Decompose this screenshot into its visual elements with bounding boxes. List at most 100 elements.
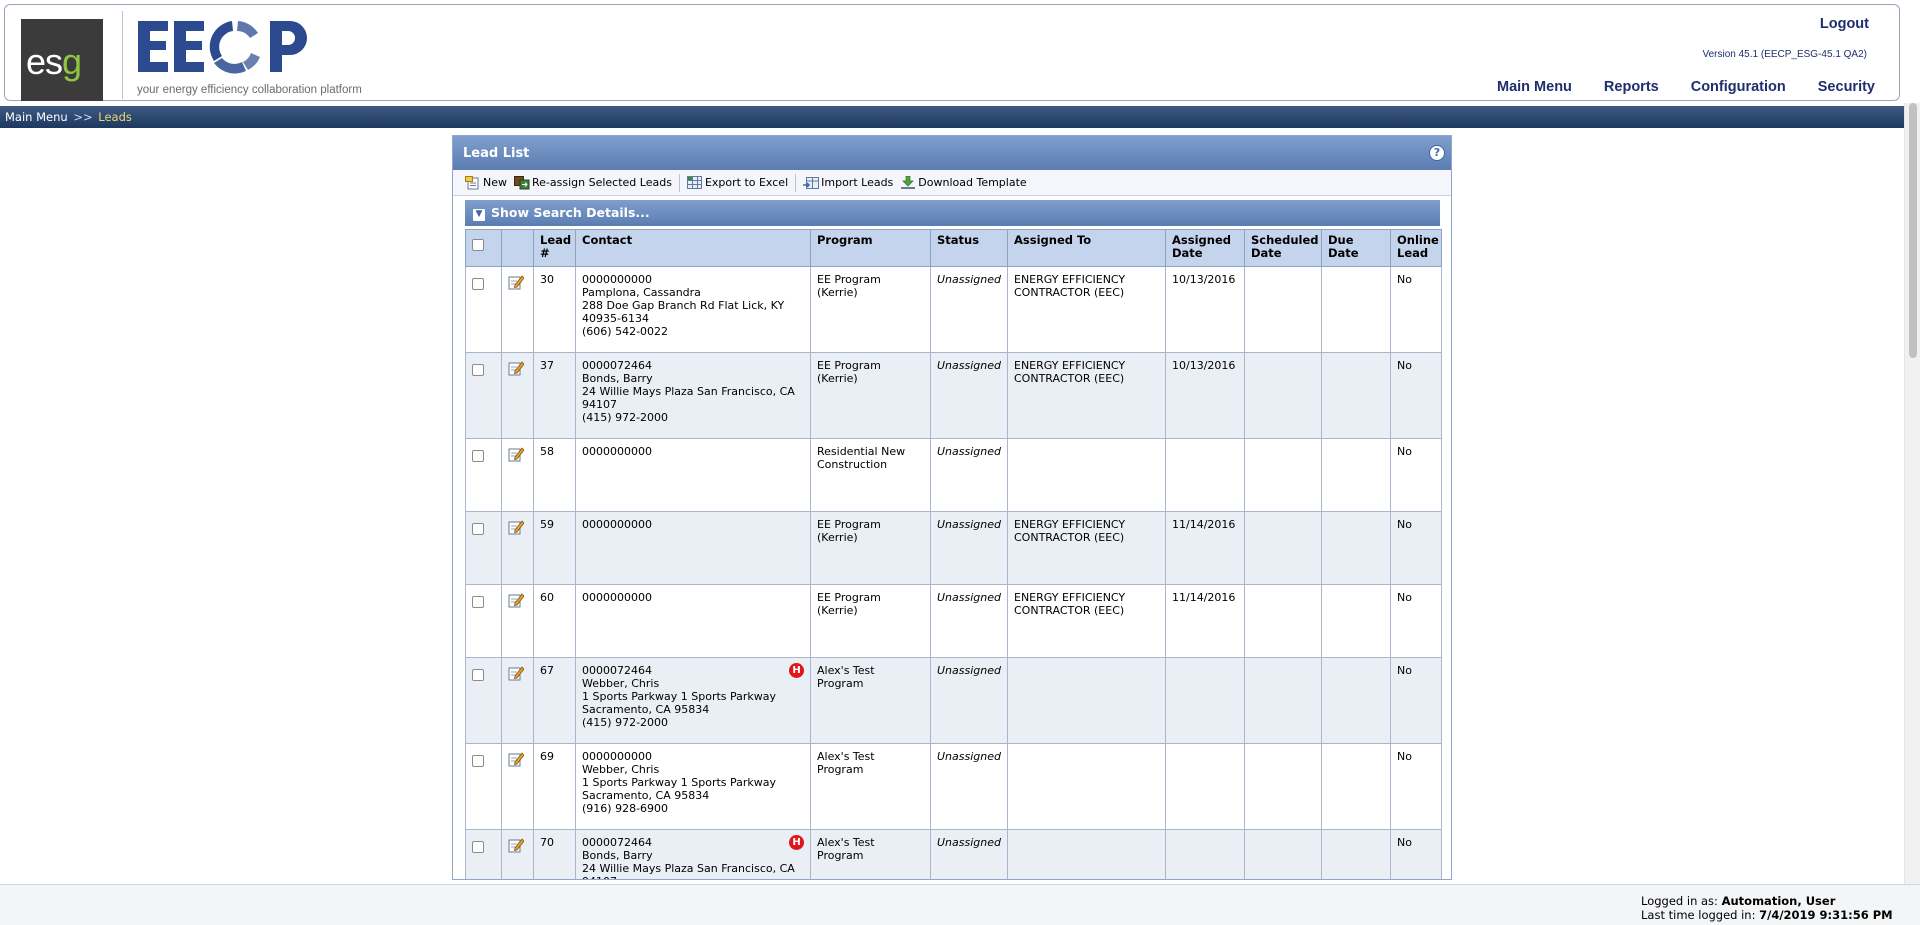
scheduled-date <box>1244 657 1322 744</box>
nav-main-menu[interactable]: Main Menu <box>1497 79 1572 95</box>
header-scheduled-date[interactable]: Scheduled Date <box>1244 229 1322 267</box>
table-row[interactable]: 58 0000000000 Residential New Construction… <box>465 438 1442 512</box>
esg-logo: esg <box>21 19 103 101</box>
row-checkbox[interactable] <box>472 450 484 462</box>
contact-cell: 0000000000 <box>575 511 811 585</box>
header-lead-number[interactable]: Lead # <box>533 229 576 267</box>
assigned-date: 10/13/2016 <box>1165 352 1245 439</box>
table-row[interactable]: 69 0000000000 Webber, Chris 1 Sports Parkwa… <box>465 743 1442 830</box>
row-checkbox[interactable] <box>472 669 484 681</box>
account-number: 0000000000 <box>582 445 652 458</box>
tagline: your energy efficiency collaboration pla… <box>137 84 362 96</box>
last-login-label: Last time logged in: <box>1641 908 1756 922</box>
row-checkbox[interactable] <box>472 841 484 853</box>
online-lead: No <box>1390 352 1442 439</box>
logout-link[interactable]: Logout <box>1820 16 1869 32</box>
table-row[interactable]: 37 0000072464 Bonds, Barry 24 Willie Mays P… <box>465 352 1442 439</box>
program: Residential New Construction <box>810 438 931 512</box>
assigned-to <box>1007 438 1166 512</box>
breadcrumb-main-menu[interactable]: Main Menu <box>5 110 68 124</box>
panel-title: Lead List <box>463 146 530 161</box>
table-header-row: Lead # Contact Program Status Assigned T… <box>465 229 1442 267</box>
main-nav: Main Menu Reports Configuration Security <box>1497 79 1875 95</box>
assigned-to: ENERGY EFFICIENCY CONTRACTOR (EEC) <box>1007 511 1166 585</box>
due-date <box>1321 352 1391 439</box>
table-row[interactable]: 60 0000000000 EE Program (Kerrie) Unassigne… <box>465 584 1442 658</box>
assigned-to <box>1007 743 1166 830</box>
lead-number: 30 <box>533 266 576 353</box>
download-arrow-icon <box>901 175 916 189</box>
row-edit-cell[interactable] <box>501 829 534 879</box>
header-assigned-date[interactable]: Assigned Date <box>1165 229 1245 267</box>
new-lead-button[interactable]: New <box>465 175 507 190</box>
assigned-to <box>1007 829 1166 879</box>
assigned-date <box>1165 438 1245 512</box>
select-all-checkbox[interactable] <box>472 239 484 251</box>
header-program[interactable]: Program <box>810 229 931 267</box>
help-icon[interactable]: ? <box>1429 145 1445 161</box>
contact-cell: 0000072464 Bonds, Barry 24 Willie Mays Pla… <box>575 352 811 439</box>
due-date <box>1321 657 1391 744</box>
chevron-down-icon: ▼ <box>473 209 485 221</box>
row-checkbox[interactable] <box>472 523 484 535</box>
account-number: 0000072464 <box>582 664 652 677</box>
table-row[interactable]: 30 0000000000 Pamplona, Cassandra 288 Doe G… <box>465 266 1442 353</box>
page-scrollbar[interactable] <box>1904 103 1920 884</box>
row-edit-cell[interactable] <box>501 743 534 830</box>
logged-in-user: Automation, User <box>1721 894 1836 908</box>
nav-configuration[interactable]: Configuration <box>1691 79 1786 95</box>
assigned-date: 11/14/2016 <box>1165 511 1245 585</box>
new-lead-label: New <box>483 176 507 189</box>
scrollbar-thumb[interactable] <box>1909 103 1917 358</box>
status: Unassigned <box>930 352 1008 439</box>
assigned-to: ENERGY EFFICIENCY CONTRACTOR (EEC) <box>1007 266 1166 353</box>
row-edit-cell[interactable] <box>501 266 534 353</box>
status: Unassigned <box>930 829 1008 879</box>
row-checkbox[interactable] <box>472 364 484 376</box>
contact-cell: 0000000000 Webber, Chris 1 Sports Parkway … <box>575 743 811 830</box>
header-online-lead[interactable]: Online Lead <box>1390 229 1442 267</box>
row-edit-cell[interactable] <box>501 352 534 439</box>
row-checkbox[interactable] <box>472 278 484 290</box>
program: EE Program (Kerrie) <box>810 511 931 585</box>
edit-pencil-icon <box>508 666 524 681</box>
due-date <box>1321 438 1391 512</box>
contact-name: Pamplona, Cassandra <box>582 286 701 299</box>
row-checkbox[interactable] <box>472 596 484 608</box>
account-number: 0000000000 <box>582 518 652 531</box>
status-footer: Logged in as: Automation, User Last time… <box>0 884 1920 925</box>
row-edit-cell[interactable] <box>501 657 534 744</box>
row-checkbox[interactable] <box>472 755 484 767</box>
assigned-date: 11/14/2016 <box>1165 584 1245 658</box>
row-edit-cell[interactable] <box>501 438 534 512</box>
nav-security[interactable]: Security <box>1818 79 1875 95</box>
contact-phone: (415) 972-2000 <box>582 411 669 424</box>
download-template-button[interactable]: Download Template <box>900 175 1027 190</box>
scheduled-date <box>1244 266 1322 353</box>
table-row[interactable]: 70 0000072464 Bonds, Barry 24 Willie Mays P… <box>465 829 1442 879</box>
contact-name: Bonds, Barry <box>582 849 653 862</box>
row-edit-cell[interactable] <box>501 584 534 658</box>
lead-number: 58 <box>533 438 576 512</box>
leads-table-container: Lead # Contact Program Status Assigned T… <box>465 229 1442 879</box>
table-row[interactable]: 67 0000072464 Webber, Chris 1 Sports Parkwa… <box>465 657 1442 744</box>
online-lead: No <box>1390 657 1442 744</box>
show-search-details-toggle[interactable]: ▼ Show Search Details... <box>465 200 1440 226</box>
table-row[interactable]: 59 0000000000 EE Program (Kerrie) Unassigne… <box>465 511 1442 585</box>
nav-reports[interactable]: Reports <box>1604 79 1659 95</box>
assigned-to: ENERGY EFFICIENCY CONTRACTOR (EEC) <box>1007 352 1166 439</box>
export-excel-button[interactable]: Export to Excel <box>686 175 788 190</box>
row-edit-cell[interactable] <box>501 511 534 585</box>
due-date <box>1321 743 1391 830</box>
online-lead: No <box>1390 511 1442 585</box>
leads-table-body: 30 0000000000 Pamplona, Cassandra 288 Doe G… <box>465 266 1442 879</box>
import-leads-button[interactable]: Import Leads <box>803 176 893 190</box>
assigned-date: 10/13/2016 <box>1165 266 1245 353</box>
header-assigned-to[interactable]: Assigned To <box>1007 229 1166 267</box>
header-contact[interactable]: Contact <box>575 229 811 267</box>
header-due-date[interactable]: Due Date <box>1321 229 1391 267</box>
due-date <box>1321 584 1391 658</box>
reassign-leads-button[interactable]: Re-assign Selected Leads <box>514 175 672 190</box>
program: EE Program (Kerrie) <box>810 266 931 353</box>
header-status[interactable]: Status <box>930 229 1008 267</box>
